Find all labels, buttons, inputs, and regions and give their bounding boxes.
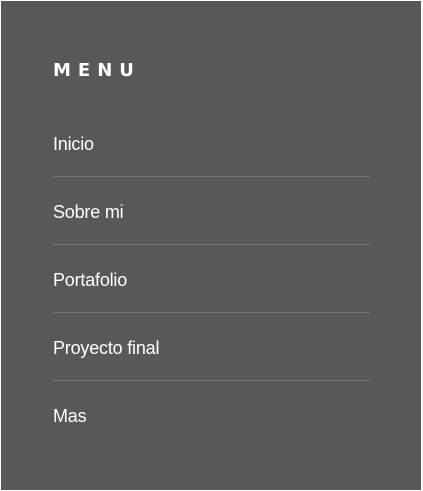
menu-item-inicio[interactable]: Inicio — [53, 109, 370, 177]
menu-item-portafolio[interactable]: Portafolio — [53, 245, 370, 313]
menu-item-sobre-mi[interactable]: Sobre mi — [53, 177, 370, 245]
menu-item-label[interactable]: Inicio — [53, 133, 94, 155]
menu-item-label[interactable]: Portafolio — [53, 269, 127, 291]
menu-item-label[interactable]: Sobre mi — [53, 201, 124, 223]
menu-item-label[interactable]: Mas — [53, 405, 87, 427]
menu-heading: MENU — [53, 60, 141, 81]
menu-item-mas[interactable]: Mas — [53, 381, 370, 449]
menu-list: Inicio Sobre mi Portafolio Proyecto fina… — [53, 109, 370, 449]
menu-item-proyecto-final[interactable]: Proyecto final — [53, 313, 370, 381]
menu-panel: MENU Inicio Sobre mi Portafolio Proyecto… — [1, 1, 421, 490]
menu-item-label[interactable]: Proyecto final — [53, 337, 159, 359]
